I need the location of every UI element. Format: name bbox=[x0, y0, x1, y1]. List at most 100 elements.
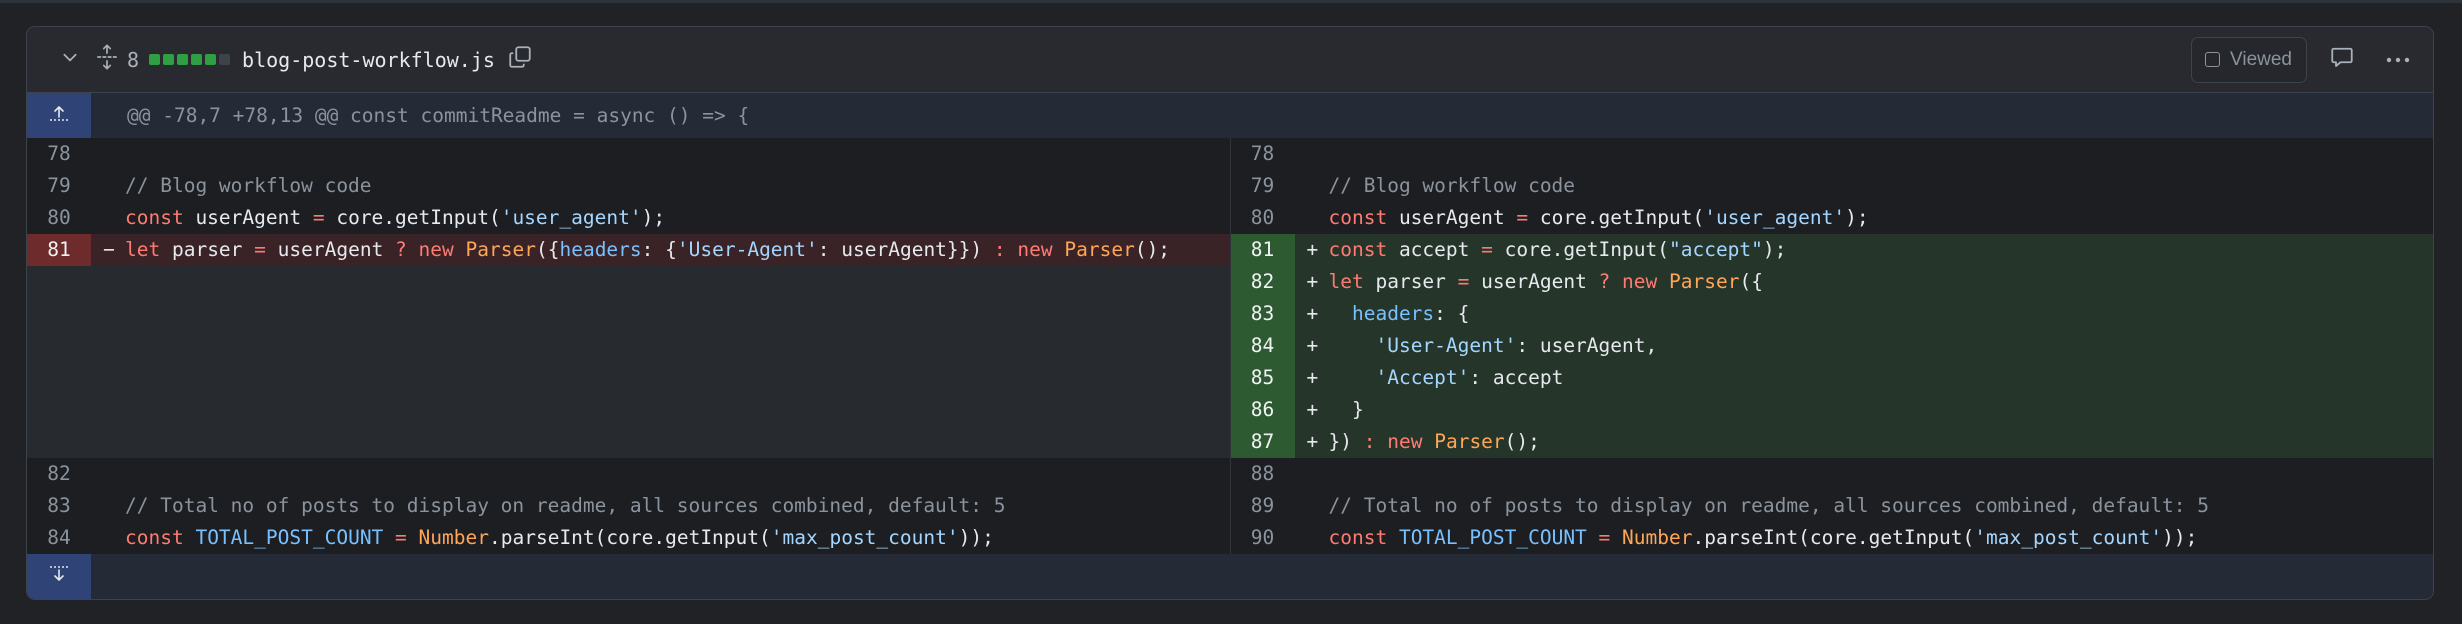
addition-marker: + bbox=[1306, 270, 1319, 293]
expand-down-button[interactable] bbox=[27, 554, 91, 599]
left-line: 78 bbox=[27, 138, 1230, 170]
diff-file-container: 8 blog-post-workflow.js Viewed @@ -78,7 … bbox=[26, 26, 2434, 600]
code-token: .parseInt(core.getInput( bbox=[489, 526, 771, 549]
code-token: Parser bbox=[1064, 238, 1135, 261]
diff-row: 80 const userAgent = core.getInput('user_… bbox=[27, 202, 2433, 234]
code-token: const bbox=[125, 206, 184, 229]
left-line-number bbox=[27, 298, 91, 330]
right-line-number[interactable]: 79 bbox=[1231, 170, 1295, 202]
hunk-header-text: @@ -78,7 +78,13 @@ const commitReadme = … bbox=[127, 104, 750, 127]
code-token: new bbox=[1387, 430, 1423, 453]
right-code: + let parser = userAgent ? new Parser({ bbox=[1295, 266, 2434, 298]
right-line-number[interactable]: 89 bbox=[1231, 490, 1295, 522]
left-line-number[interactable]: 81 bbox=[27, 234, 91, 266]
code-token: let bbox=[125, 238, 161, 261]
code-token: new bbox=[1622, 270, 1658, 293]
code-token: new bbox=[1017, 238, 1053, 261]
expand-up-button[interactable] bbox=[27, 93, 91, 138]
left-line bbox=[27, 266, 1230, 298]
code-token: : userAgent}}) bbox=[817, 238, 994, 261]
code-token: core.getInput( bbox=[1492, 238, 1669, 261]
collapse-file-button[interactable] bbox=[50, 40, 90, 80]
addition-marker: + bbox=[1306, 398, 1319, 421]
code-token: : accept bbox=[1469, 366, 1564, 389]
left-line: 80 const userAgent = core.getInput('user_… bbox=[27, 202, 1230, 234]
right-line-number[interactable]: 82 bbox=[1230, 266, 1295, 298]
right-line-number[interactable]: 85 bbox=[1230, 362, 1295, 394]
more-options-button[interactable] bbox=[2377, 39, 2419, 81]
diff-row: 83 + headers: { bbox=[27, 298, 2433, 330]
left-line bbox=[27, 330, 1230, 362]
code-token: = bbox=[254, 238, 266, 261]
right-line-number[interactable]: 83 bbox=[1230, 298, 1295, 330]
code-token: : bbox=[1363, 430, 1376, 453]
file-name[interactable]: blog-post-workflow.js bbox=[242, 48, 495, 72]
right-line: 78 bbox=[1229, 138, 2434, 170]
viewed-toggle[interactable]: Viewed bbox=[2191, 36, 2307, 83]
code-token: // Blog workflow code bbox=[1328, 174, 1576, 197]
left-line-number[interactable]: 84 bbox=[27, 522, 91, 554]
right-code: + } bbox=[1295, 394, 2434, 426]
left-line-number[interactable]: 79 bbox=[27, 170, 91, 202]
code-token: userAgent bbox=[1387, 206, 1517, 229]
code-token: = bbox=[312, 206, 325, 229]
left-line-number[interactable]: 80 bbox=[27, 202, 91, 234]
code-token: core.getInput( bbox=[324, 206, 501, 229]
right-line: 84 + 'User-Agent': userAgent, bbox=[1229, 330, 2433, 362]
left-code bbox=[91, 458, 1230, 490]
right-line-number[interactable]: 86 bbox=[1230, 394, 1295, 426]
right-line-number[interactable]: 87 bbox=[1230, 426, 1295, 458]
code-token: ({ bbox=[535, 238, 560, 261]
code-token: ({ bbox=[1739, 270, 1763, 293]
diff-rows: 78 78 79// Blog workflow code 79// Blog wor… bbox=[27, 138, 2433, 554]
right-code bbox=[1295, 138, 2434, 170]
right-line: 81 + const accept = core.getInput("accept"… bbox=[1229, 234, 2434, 266]
code-token: )); bbox=[958, 526, 994, 549]
diff-row: 82 + let parser = userAgent ? new Parser({ bbox=[27, 266, 2433, 298]
left-code bbox=[91, 394, 1230, 426]
diffstat-block bbox=[219, 54, 231, 65]
code-token: : { bbox=[641, 238, 677, 261]
left-line: 82 bbox=[27, 458, 1230, 490]
viewed-label: Viewed bbox=[2230, 48, 2292, 70]
left-line-number[interactable]: 78 bbox=[27, 138, 91, 170]
code-token: Parser bbox=[465, 238, 536, 261]
right-line-number[interactable]: 84 bbox=[1230, 330, 1295, 362]
right-code: +}) : new Parser(); bbox=[1295, 426, 2434, 458]
code-token: 'user_agent' bbox=[500, 206, 642, 229]
chevron-down-icon bbox=[61, 48, 79, 71]
code-token: userAgent bbox=[183, 206, 313, 229]
left-code bbox=[91, 362, 1230, 394]
right-line-number[interactable]: 78 bbox=[1231, 138, 1295, 170]
left-code bbox=[91, 298, 1230, 330]
expand-all-button[interactable] bbox=[93, 43, 121, 77]
left-line: 83 // Total no of posts to display on rea… bbox=[27, 490, 1230, 522]
right-code bbox=[1295, 458, 2434, 490]
comment-button[interactable] bbox=[2321, 39, 2363, 81]
code-token: ); bbox=[641, 206, 666, 229]
left-line: 84 const TOTAL_POST_COUNT = Number.parseI… bbox=[27, 522, 1230, 554]
right-code: + const accept = core.getInput("accept"); bbox=[1295, 234, 2434, 266]
copy-path-button[interactable] bbox=[503, 43, 537, 77]
code-token: Number bbox=[418, 526, 489, 549]
diffstat bbox=[149, 54, 231, 65]
diffstat-block bbox=[205, 54, 217, 65]
left-line-number bbox=[27, 426, 91, 458]
left-line-number[interactable]: 82 bbox=[27, 458, 91, 490]
right-line-number[interactable]: 80 bbox=[1231, 202, 1295, 234]
left-line-number[interactable]: 83 bbox=[27, 490, 91, 522]
right-line-number[interactable]: 88 bbox=[1231, 458, 1295, 490]
code-token: const bbox=[125, 526, 184, 549]
diffstat-block bbox=[163, 54, 175, 65]
right-line-number[interactable]: 90 bbox=[1231, 522, 1295, 554]
viewed-checkbox[interactable] bbox=[2205, 52, 2221, 67]
right-line-number[interactable]: 81 bbox=[1230, 234, 1295, 266]
diff-row: 83 // Total no of posts to display on rea… bbox=[27, 490, 2433, 522]
code-token: ? bbox=[395, 238, 407, 261]
code-token: Parser bbox=[1434, 430, 1505, 453]
